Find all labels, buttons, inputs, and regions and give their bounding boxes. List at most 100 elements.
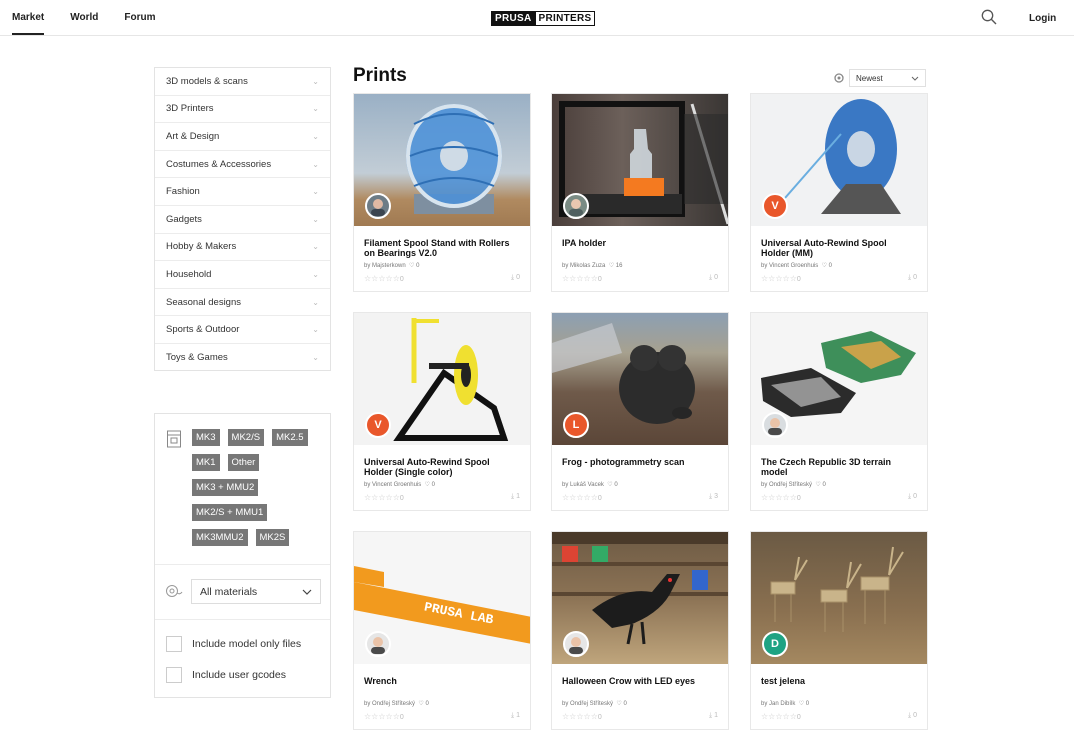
print-footer: ☆☆☆☆☆0 ⤓ 0 — [761, 493, 917, 502]
print-card[interactable]: V Universal Auto-Rewind Spool Holder (Si… — [353, 312, 531, 511]
print-card[interactable]: L Frog - photogrammetry scan by Lukáš Va… — [551, 312, 729, 511]
include-model-only-row[interactable]: Include model only files — [166, 636, 301, 652]
nav-forum[interactable]: Forum — [124, 12, 155, 23]
chevron-down-icon: ⌄ — [312, 187, 319, 197]
star-icons: ☆☆☆☆☆ — [761, 493, 797, 502]
printer-tag[interactable]: MK2.5 — [272, 429, 308, 446]
print-thumbnail[interactable]: PRUSA LAB — [354, 532, 530, 664]
print-card[interactable]: Halloween Crow with LED eyes by Ondřej S… — [551, 531, 729, 730]
author-avatar[interactable]: D — [762, 631, 788, 657]
print-title[interactable]: Halloween Crow with LED eyes — [562, 676, 718, 696]
print-card[interactable]: V Universal Auto-Rewind Spool Holder (MM… — [750, 93, 928, 292]
print-thumbnail[interactable] — [751, 313, 927, 445]
like-count: 0 — [614, 482, 618, 488]
print-author[interactable]: by Mikolas Zuza — [562, 263, 605, 269]
star-icons: ☆☆☆☆☆ — [562, 274, 598, 283]
print-card[interactable]: Filament Spool Stand with Rollers on Bea… — [353, 93, 531, 292]
include-model-only-checkbox[interactable] — [166, 636, 182, 652]
rating-count: 0 — [597, 276, 602, 283]
nav-world[interactable]: World — [70, 12, 98, 23]
print-title[interactable]: Frog - photogrammetry scan — [562, 457, 718, 477]
print-author[interactable]: by Ondřej Stříteský — [562, 701, 613, 707]
author-avatar[interactable]: V — [762, 193, 788, 219]
nav-market[interactable]: Market — [12, 12, 45, 35]
print-thumbnail[interactable]: L — [552, 313, 728, 445]
print-footer: ☆☆☆☆☆0 ⤓ 0 — [562, 274, 718, 283]
printer-tag[interactable]: MK2/S + MMU1 — [192, 504, 268, 521]
print-footer: ☆☆☆☆☆0 ⤓ 1 — [364, 493, 520, 502]
include-gcodes-checkbox[interactable] — [166, 667, 182, 683]
download-count: 1 — [714, 712, 718, 719]
rating-count: 0 — [796, 495, 801, 502]
star-icons: ☆☆☆☆☆ — [364, 493, 400, 502]
category-item[interactable]: Costumes & Accessories ⌄ — [155, 151, 330, 179]
printer-tag[interactable]: Other — [227, 454, 260, 471]
category-item[interactable]: Gadgets ⌄ — [155, 206, 330, 234]
author-avatar[interactable] — [365, 193, 391, 219]
category-item[interactable]: Art & Design ⌄ — [155, 123, 330, 151]
print-title[interactable]: Filament Spool Stand with Rollers on Bea… — [364, 238, 520, 258]
include-gcodes-row[interactable]: Include user gcodes — [166, 667, 286, 683]
author-avatar[interactable] — [563, 631, 589, 657]
print-title[interactable]: test jelena — [761, 676, 917, 696]
author-avatar[interactable] — [762, 412, 788, 438]
search-icon[interactable] — [981, 9, 997, 25]
downloads: ⤓ 0 — [511, 274, 520, 283]
chevron-down-icon: ⌄ — [312, 159, 319, 169]
category-item[interactable]: 3D Printers ⌄ — [155, 96, 330, 124]
print-author[interactable]: by Ondřej Stříteský — [364, 701, 415, 707]
category-item[interactable]: Toys & Games ⌄ — [155, 344, 330, 372]
printer-tag[interactable]: MK3MMU2 — [192, 529, 248, 546]
print-thumbnail[interactable] — [552, 532, 728, 664]
materials-select[interactable]: All materials — [191, 579, 321, 604]
print-title[interactable]: Wrench — [364, 676, 520, 696]
site-logo[interactable]: PRUSA PRINTERS — [491, 11, 596, 26]
printer-tag[interactable]: MK1 — [192, 454, 220, 471]
printer-tag[interactable]: MK3 + MMU2 — [192, 479, 259, 496]
print-author[interactable]: by Lukáš Vacek — [562, 482, 604, 488]
printer-tag[interactable]: MK3 — [192, 429, 220, 446]
category-item[interactable]: Hobby & Makers ⌄ — [155, 234, 330, 262]
page-title: Prints — [353, 65, 407, 86]
print-author[interactable]: by Jan Dibílk — [761, 701, 795, 707]
print-title[interactable]: IPA holder — [562, 238, 718, 258]
print-thumbnail[interactable] — [552, 94, 728, 226]
print-author[interactable]: by Vincent Groenhuis — [761, 263, 818, 269]
author-avatar[interactable] — [563, 193, 589, 219]
print-title[interactable]: The Czech Republic 3D terrain model — [761, 457, 917, 477]
category-item[interactable]: Household ⌄ — [155, 261, 330, 289]
category-item[interactable]: 3D models & scans ⌄ — [155, 68, 330, 96]
print-card[interactable]: PRUSA LAB Wrench by Ondřej Stříteský ♡ 0… — [353, 531, 531, 730]
print-thumbnail[interactable]: D — [751, 532, 927, 664]
print-author[interactable]: by Vincent Groenhuis — [364, 482, 421, 488]
print-thumbnail[interactable]: V — [354, 313, 530, 445]
author-avatar[interactable]: V — [365, 412, 391, 438]
download-count: 0 — [714, 274, 718, 281]
print-title[interactable]: Universal Auto-Rewind Spool Holder (Sing… — [364, 457, 520, 477]
printer-tag[interactable]: MK2S — [255, 529, 290, 546]
login-link[interactable]: Login — [1029, 13, 1056, 24]
print-card[interactable]: IPA holder by Mikolas Zuza ♡ 16 ☆☆☆☆☆0 ⤓… — [551, 93, 729, 292]
author-avatar[interactable] — [365, 631, 391, 657]
printer-tag[interactable]: MK2/S — [227, 429, 265, 446]
print-thumbnail[interactable] — [354, 94, 530, 226]
print-card[interactable]: The Czech Republic 3D terrain model by O… — [750, 312, 928, 511]
print-title[interactable]: Universal Auto-Rewind Spool Holder (MM) — [761, 238, 917, 258]
downloads: ⤓ 1 — [511, 493, 520, 502]
print-card[interactable]: D test jelena by Jan Dibílk ♡ 0 ☆☆☆☆☆0 ⤓… — [750, 531, 928, 730]
download-count: 0 — [516, 274, 520, 281]
print-meta: by Majsterkown ♡ 0 — [364, 262, 520, 269]
author-avatar[interactable]: L — [563, 412, 589, 438]
logo-part2: PRINTERS — [534, 12, 595, 25]
category-item[interactable]: Fashion ⌄ — [155, 178, 330, 206]
print-thumbnail[interactable]: V — [751, 94, 927, 226]
downloads: ⤓ 3 — [709, 493, 718, 502]
category-item[interactable]: Seasonal designs ⌄ — [155, 289, 330, 317]
sort-select[interactable]: Newest — [849, 69, 926, 87]
rating-count: 0 — [399, 276, 404, 283]
category-label: Art & Design — [166, 130, 220, 142]
print-author[interactable]: by Ondřej Stříteský — [761, 482, 812, 488]
star-icons: ☆☆☆☆☆ — [562, 493, 598, 502]
category-item[interactable]: Sports & Outdoor ⌄ — [155, 316, 330, 344]
print-author[interactable]: by Majsterkown — [364, 263, 406, 269]
